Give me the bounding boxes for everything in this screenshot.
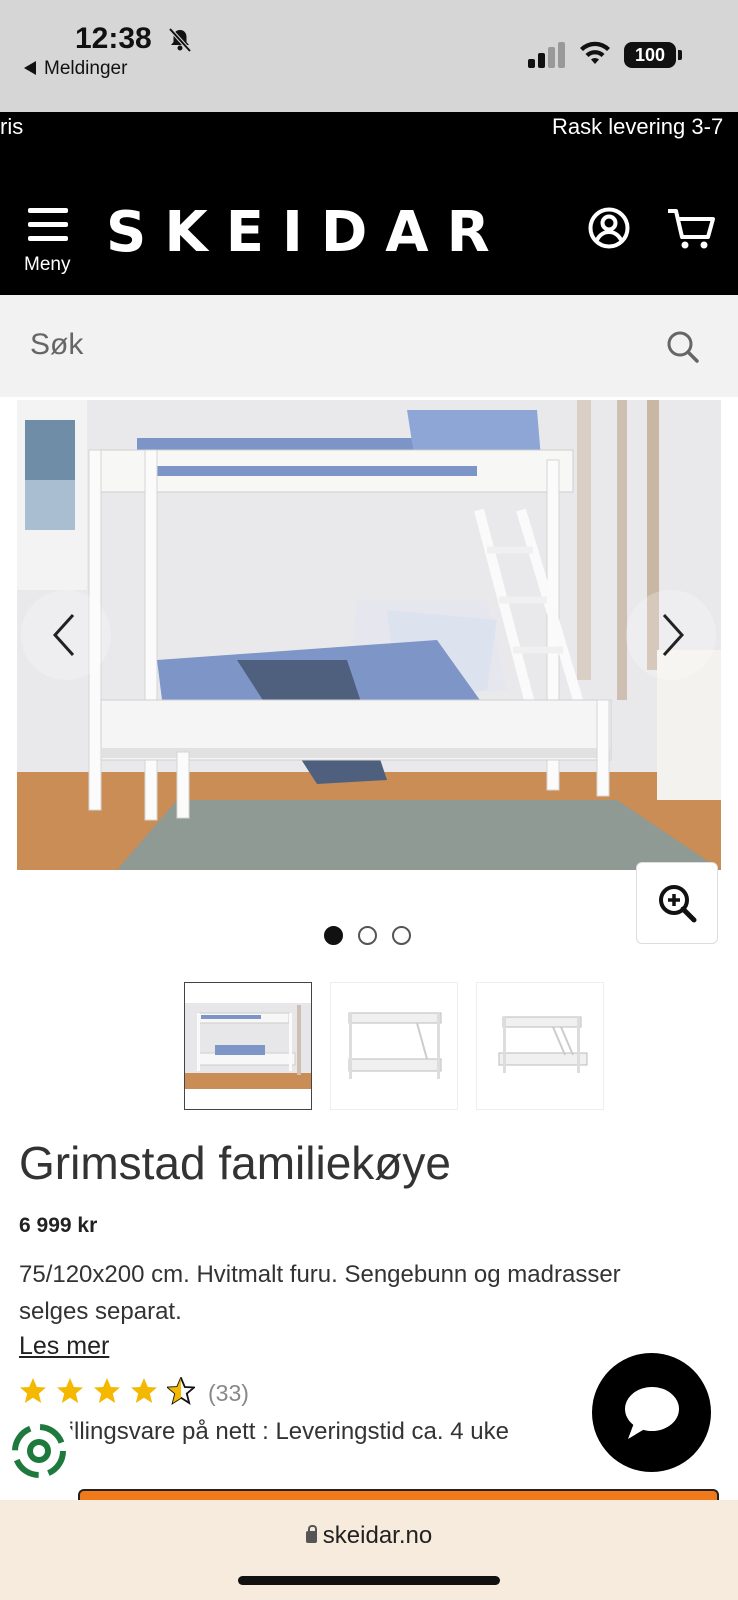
- product-price: 6 999 kr: [19, 1214, 98, 1237]
- account-icon[interactable]: [588, 207, 630, 249]
- thumbnail-3-image: [498, 1016, 588, 1073]
- star-full-icon: [131, 1378, 157, 1403]
- thumbnail-1-image: [185, 1003, 311, 1089]
- star-full-icon: [94, 1378, 120, 1403]
- zoom-button[interactable]: [636, 862, 718, 944]
- next-image-button[interactable]: [626, 590, 716, 680]
- chat-button[interactable]: [592, 1353, 711, 1472]
- ios-status-bar: 12:38 Meldinger 100: [0, 0, 738, 112]
- back-label: Meldinger: [44, 58, 128, 79]
- menu-label: Meny: [24, 254, 71, 275]
- site-header: ris Rask levering 3-7 Meny SKEIDAR: [0, 112, 738, 295]
- menu-button[interactable]: Meny: [24, 208, 74, 280]
- zoom-in-icon: [659, 885, 697, 923]
- search-input[interactable]: [30, 325, 630, 365]
- lock-icon: [305, 1525, 317, 1543]
- home-indicator[interactable]: [238, 1576, 500, 1585]
- eco-badge[interactable]: [0, 1412, 78, 1490]
- wifi-icon: [580, 41, 610, 64]
- status-time: 12:38: [75, 22, 152, 55]
- url-text: skeidar.no: [322, 1522, 433, 1549]
- carousel-dot-3[interactable]: [392, 926, 411, 945]
- product-description: 75/120x200 cm. Hvitmalt furu. Sengebunn …: [19, 1261, 621, 1325]
- thumbnail-1[interactable]: [184, 982, 312, 1110]
- recycle-leaf-icon: [12, 1424, 66, 1478]
- thumbnail-2[interactable]: [330, 982, 458, 1110]
- read-more-link[interactable]: Les mer: [19, 1332, 109, 1361]
- search-bar: [0, 295, 738, 397]
- delivery-info: tillingsvare på nett : Leveringstid ca. …: [62, 1418, 509, 1445]
- chevron-right-icon: [662, 613, 685, 657]
- browser-url-bar[interactable]: skeidar.no: [0, 1500, 738, 1600]
- thumbnail-strip: [184, 982, 604, 1110]
- chevron-left-icon: [52, 613, 75, 657]
- product-image[interactable]: [17, 400, 721, 870]
- star-half-icon: [167, 1377, 195, 1405]
- promo-text-left: ris: [0, 114, 24, 139]
- search-icon[interactable]: [666, 330, 700, 364]
- star-full-icon: [20, 1378, 46, 1403]
- thumbnail-2-image: [348, 1012, 442, 1079]
- skeidar-logo[interactable]: SKEIDAR: [106, 200, 508, 265]
- bunk-bed-photo: [17, 400, 721, 870]
- carousel-dot-2[interactable]: [358, 926, 377, 945]
- signal-icon: [528, 42, 565, 68]
- thumbnail-3[interactable]: [476, 982, 604, 1110]
- chat-bubble-icon: [625, 1387, 679, 1439]
- cart-icon[interactable]: [666, 207, 716, 251]
- url-display[interactable]: skeidar.no: [0, 1522, 738, 1550]
- carousel-dot-1[interactable]: [324, 926, 343, 945]
- previous-image-button[interactable]: [21, 590, 111, 680]
- promo-ticker: ris Rask levering 3-7: [0, 112, 738, 146]
- menu-icon: [28, 208, 68, 244]
- battery-icon: 100: [624, 42, 682, 68]
- carousel-dots: [324, 926, 416, 946]
- back-triangle-icon: [24, 61, 36, 75]
- bell-slash-icon: [168, 27, 192, 53]
- product-title: Grimstad familiekøye: [19, 1137, 451, 1189]
- star-full-icon: [57, 1378, 83, 1403]
- back-to-app-link[interactable]: Meldinger: [24, 58, 127, 80]
- review-count[interactable]: (33): [208, 1380, 249, 1407]
- promo-text-right: Rask levering 3-7: [552, 114, 724, 139]
